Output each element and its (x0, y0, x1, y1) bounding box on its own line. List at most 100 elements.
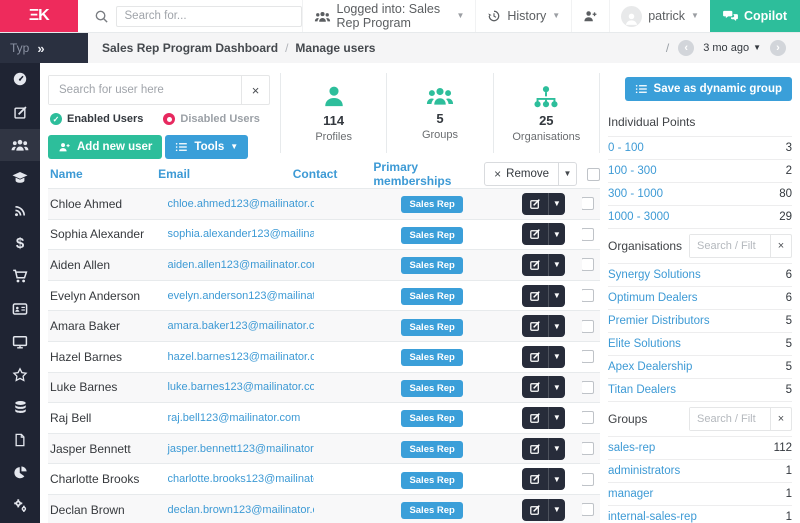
edit-icon[interactable] (522, 285, 548, 307)
organisation-link[interactable]: Premier Distributors (608, 315, 710, 327)
row-checkbox[interactable] (582, 289, 595, 302)
row-checkbox[interactable] (582, 197, 595, 210)
group-link[interactable]: administrators (608, 465, 680, 477)
membership-badge[interactable]: Sales Rep (401, 319, 462, 336)
col-header-email[interactable]: Email (158, 167, 293, 181)
sidebar-item-users[interactable] (0, 129, 40, 162)
add-person-button[interactable] (571, 0, 609, 32)
user-email-link[interactable]: chloe.ahmed123@mailinator.com (167, 198, 313, 210)
user-email-link[interactable]: charlotte.brooks123@mailinator.... (167, 473, 313, 485)
membership-badge[interactable]: Sales Rep (401, 502, 462, 519)
sidebar-item-id-card[interactable] (0, 293, 40, 326)
history-menu[interactable]: History ▼ (475, 0, 571, 32)
sidebar-item-settings[interactable] (0, 489, 40, 522)
user-email-link[interactable]: raj.bell123@mailinator.com (167, 412, 313, 424)
organisation-link[interactable]: Synergy Solutions (608, 269, 701, 281)
row-actions-caret[interactable]: ▼ (548, 438, 565, 460)
points-range-link[interactable]: 0 - 100 (608, 142, 644, 154)
edit-icon[interactable] (522, 376, 548, 398)
breadcrumb-parent[interactable]: Sales Rep Program Dashboard (102, 41, 278, 55)
sidebar-item-billing[interactable]: $ (0, 227, 40, 260)
group-link[interactable]: internal-sales-rep (608, 511, 697, 523)
global-search-input[interactable] (116, 6, 302, 27)
row-actions-caret[interactable]: ▼ (548, 285, 565, 307)
row-actions-caret[interactable]: ▼ (548, 315, 565, 337)
group-link[interactable]: manager (608, 488, 653, 500)
membership-badge[interactable]: Sales Rep (401, 410, 462, 427)
row-actions-button[interactable]: ▼ (522, 407, 565, 429)
edit-icon[interactable] (522, 407, 548, 429)
points-range-link[interactable]: 300 - 1000 (608, 188, 663, 200)
time-next-button[interactable]: › (770, 40, 786, 56)
edit-icon[interactable] (522, 346, 548, 368)
logged-into-selector[interactable]: Logged into: Sales Rep Program ▼ (302, 0, 476, 32)
row-actions-caret[interactable]: ▼ (548, 254, 565, 276)
row-actions-button[interactable]: ▼ (522, 193, 565, 215)
col-header-memberships[interactable]: Primary memberships (373, 160, 484, 188)
save-dynamic-group-button[interactable]: Save as dynamic group (625, 77, 792, 101)
row-actions-button[interactable]: ▼ (522, 346, 565, 368)
row-checkbox[interactable] (582, 258, 595, 271)
user-email-link[interactable]: evelyn.anderson123@mailinator.... (167, 290, 313, 302)
sidebar-item-database[interactable] (0, 391, 40, 424)
edit-icon[interactable] (522, 193, 548, 215)
row-actions-caret[interactable]: ▼ (548, 407, 565, 429)
user-email-link[interactable]: luke.barnes123@mailinator.com (167, 381, 313, 393)
membership-badge[interactable]: Sales Rep (401, 441, 462, 458)
row-checkbox[interactable] (582, 442, 595, 455)
row-actions-button[interactable]: ▼ (522, 285, 565, 307)
row-actions-button[interactable]: ▼ (522, 499, 565, 521)
sidebar-item-dashboard[interactable] (0, 63, 40, 96)
sidebar-item-display[interactable] (0, 325, 40, 358)
tools-button[interactable]: Tools ▼ (165, 135, 248, 159)
row-actions-button[interactable]: ▼ (522, 438, 565, 460)
row-actions-caret[interactable]: ▼ (548, 193, 565, 215)
organisation-link[interactable]: Optimum Dealers (608, 292, 697, 304)
edit-icon[interactable] (522, 315, 548, 337)
time-ago-selector[interactable]: 3 mo ago ▼ (703, 42, 761, 54)
col-header-contact[interactable]: Contact (293, 167, 374, 181)
row-checkbox[interactable] (582, 473, 595, 486)
row-actions-button[interactable]: ▼ (522, 223, 565, 245)
row-actions-caret[interactable]: ▼ (548, 346, 565, 368)
row-checkbox[interactable] (582, 228, 595, 241)
membership-badge[interactable]: Sales Rep (401, 380, 462, 397)
user-email-link[interactable]: declan.brown123@mailinator.com (167, 504, 313, 516)
membership-badge[interactable]: Sales Rep (401, 288, 462, 305)
points-range-link[interactable]: 100 - 300 (608, 165, 657, 177)
organisation-link[interactable]: Apex Dealership (608, 361, 692, 373)
add-new-user-button[interactable]: Add new user (48, 135, 162, 159)
row-checkbox[interactable] (582, 503, 595, 516)
remove-dropdown-caret[interactable]: ▼ (558, 163, 576, 185)
row-checkbox[interactable] (582, 381, 595, 394)
organisation-link[interactable]: Titan Dealers (608, 384, 676, 396)
user-email-link[interactable]: aiden.allen123@mailinator.com (167, 259, 313, 271)
row-actions-caret[interactable]: ▼ (548, 223, 565, 245)
expand-sidebar-icon[interactable]: » (37, 41, 44, 56)
user-search-input[interactable] (49, 76, 241, 104)
row-actions-caret[interactable]: ▼ (548, 468, 565, 490)
user-email-link[interactable]: sophia.alexander123@mailinator... (167, 228, 313, 240)
copilot-button[interactable]: Copilot (710, 0, 800, 32)
sidebar-item-store[interactable] (0, 260, 40, 293)
disabled-users-filter[interactable]: Disabled Users (163, 113, 259, 125)
enabled-users-filter[interactable]: ✓ Enabled Users (50, 113, 143, 125)
user-email-link[interactable]: hazel.barnes123@mailinator.com (167, 351, 313, 363)
membership-badge[interactable]: Sales Rep (401, 196, 462, 213)
membership-badge[interactable]: Sales Rep (401, 472, 462, 489)
app-logo[interactable]: ΞK (0, 0, 78, 32)
sidebar-item-reports[interactable] (0, 457, 40, 490)
clear-search-icon[interactable]: × (241, 76, 269, 104)
select-all-checkbox[interactable] (587, 168, 600, 181)
edit-icon[interactable] (522, 254, 548, 276)
points-range-link[interactable]: 1000 - 3000 (608, 211, 669, 223)
user-email-link[interactable]: jasper.bennett123@mailinator.co... (167, 443, 313, 455)
edit-icon[interactable] (522, 468, 548, 490)
remove-button[interactable]: × Remove (485, 163, 558, 185)
groups-search-input[interactable] (690, 408, 770, 430)
sidebar-item-education[interactable] (0, 161, 40, 194)
organisation-link[interactable]: Elite Solutions (608, 338, 681, 350)
membership-badge[interactable]: Sales Rep (401, 349, 462, 366)
sidebar-item-compose[interactable] (0, 96, 40, 129)
time-prev-button[interactable]: ‹ (678, 40, 694, 56)
